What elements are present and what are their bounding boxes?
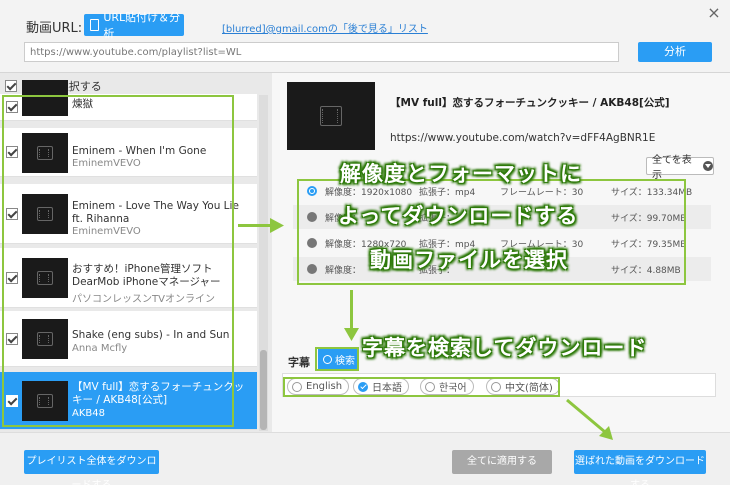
- film-icon: [320, 106, 342, 126]
- playlist-highlight: [2, 95, 234, 427]
- download-playlist-button[interactable]: プレイリスト全体をダウンロードする: [24, 450, 159, 485]
- annotation-subtitle: 字幕を検索してダウンロード: [362, 336, 648, 360]
- video-url: https://www.youtube.com/watch?v=dFF4AgBN…: [390, 132, 656, 144]
- apply-all-button[interactable]: 全てに適用する: [452, 450, 552, 474]
- analyze-button[interactable]: 分析: [638, 42, 712, 62]
- close-icon[interactable]: ×: [704, 3, 724, 23]
- scrollbar-thumb[interactable]: [260, 350, 267, 430]
- annotation-line-1: 解像度とフォーマットに: [340, 162, 582, 186]
- show-all-dropdown[interactable]: 全てを表示: [646, 155, 714, 181]
- arrow-diagonal-icon: [566, 398, 613, 440]
- paste-button-label: URL貼付け＆分析: [103, 11, 181, 40]
- arrow-right-icon: [270, 218, 284, 233]
- url-input[interactable]: [24, 42, 619, 62]
- video-thumbnail: [287, 82, 375, 150]
- arrow-down-icon: [344, 328, 359, 341]
- checkbox[interactable]: [5, 80, 17, 92]
- arrow-line: [238, 224, 274, 227]
- subtitle-label: 字幕: [288, 356, 310, 369]
- clipboard-icon: [90, 19, 100, 31]
- watch-later-link[interactable]: [blurred]@gmail.comの「後で見る」リスト: [222, 20, 428, 35]
- paste-and-analyze-button[interactable]: URL貼付け＆分析: [84, 11, 184, 40]
- annotation-line-3: 動画ファイルを選択: [370, 248, 568, 272]
- video-title: 【MV full】恋するフォーチュンクッキー / AKB48[公式]: [390, 97, 670, 109]
- chevron-down-icon: [703, 161, 713, 171]
- download-selected-button[interactable]: 選ばれた動画をダウンロードする: [574, 450, 706, 485]
- annotation-line-2: よってダウンロードする: [338, 204, 579, 228]
- search-highlight: [315, 347, 359, 371]
- show-all-label: 全てを表示: [652, 155, 692, 181]
- language-highlight: [283, 377, 560, 397]
- url-label: 動画URL:: [26, 21, 83, 36]
- arrow-line: [350, 290, 353, 330]
